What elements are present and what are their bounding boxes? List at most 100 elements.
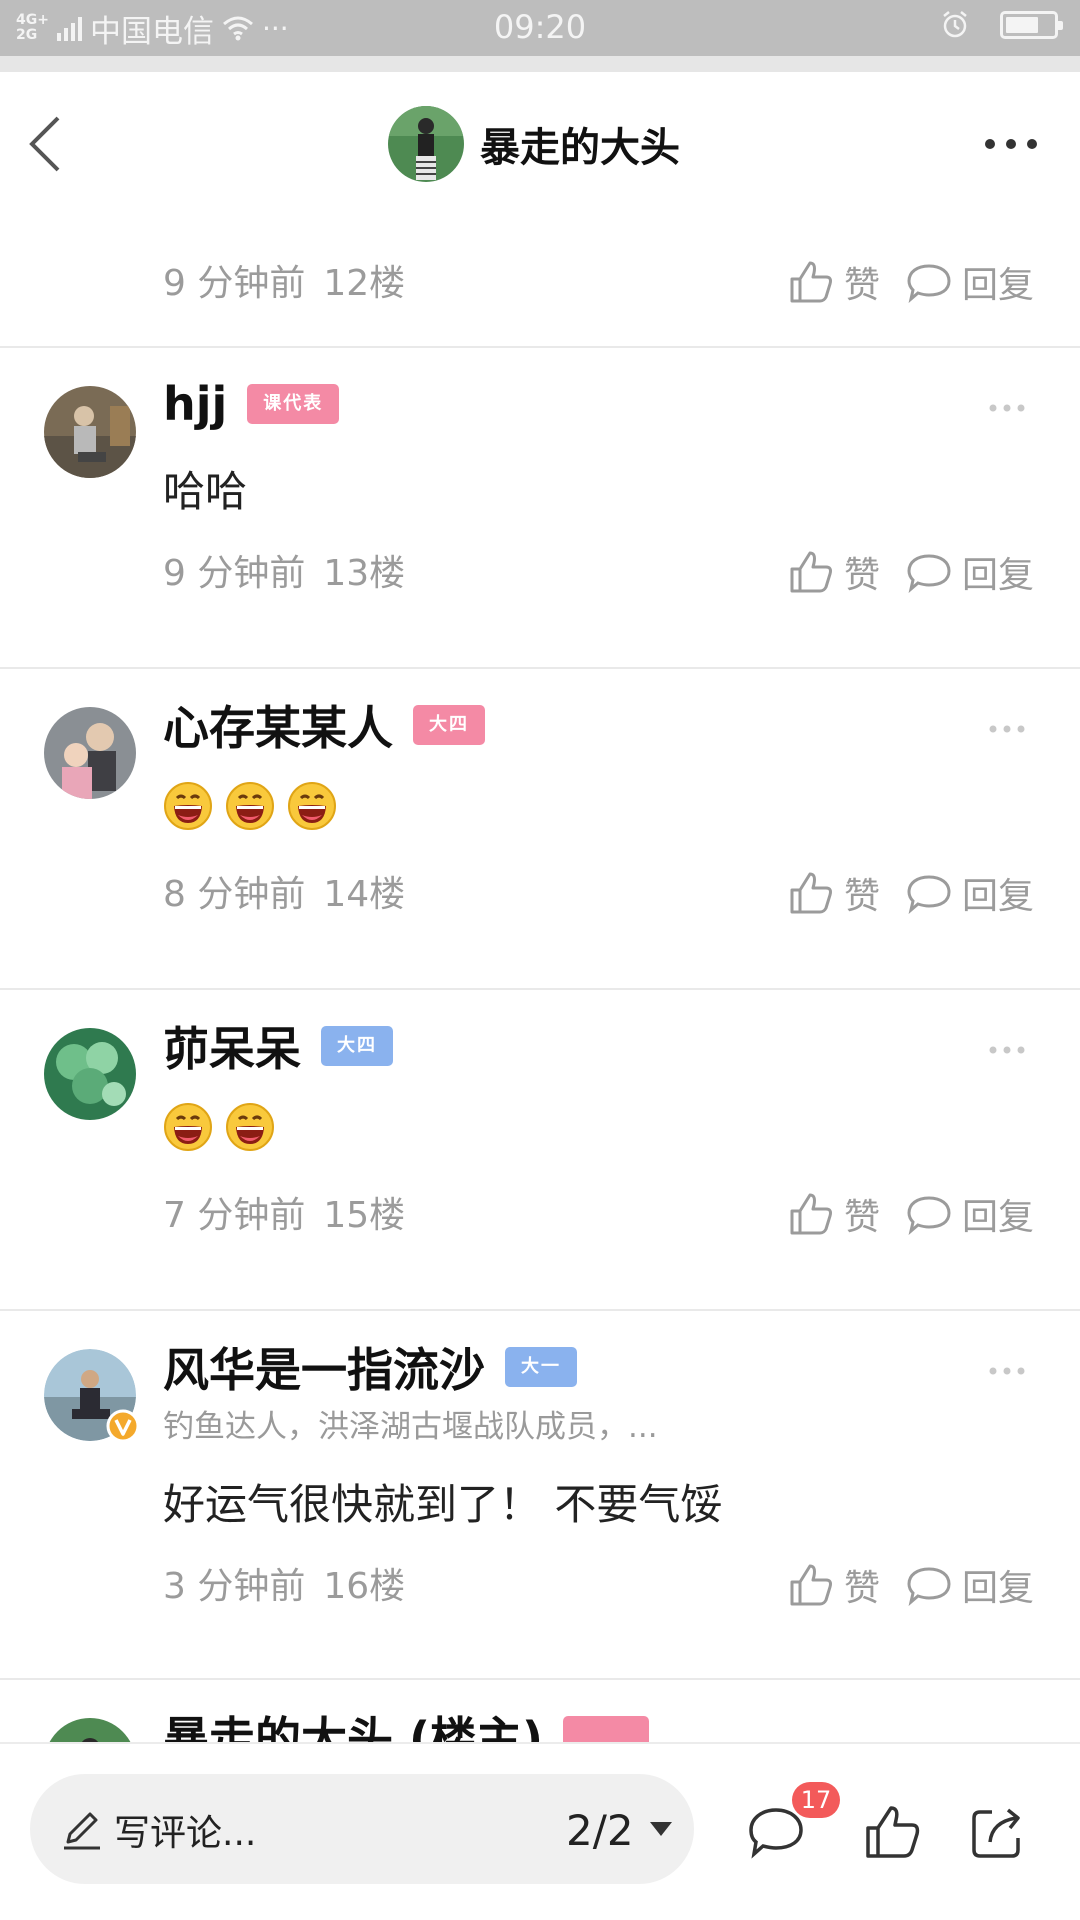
speech-bubble-icon [907, 1196, 951, 1235]
comment-list: 9 分钟前 12楼 赞 回复 hjj 课代表 哈哈 9 分钟前 13楼 赞 回复… [0, 216, 1080, 1742]
share-icon[interactable] [968, 1802, 1028, 1862]
more-horizontal-icon[interactable] [982, 132, 1040, 156]
comment-input-placeholder: 写评论... [114, 1813, 257, 1854]
reply-button[interactable]: 回复 [906, 546, 1034, 598]
comment-content: 哈哈 [163, 467, 248, 516]
page-title: 暴走的大头 [480, 125, 680, 171]
comment-actions: 赞 回复 [788, 1559, 1034, 1611]
avatar[interactable] [44, 1028, 136, 1120]
page-indicator[interactable]: 2/2 [566, 1806, 634, 1855]
reply-label: 回复 [961, 1197, 1034, 1238]
reply-button[interactable]: 回复 [906, 1188, 1034, 1240]
like-button[interactable]: 赞 [788, 546, 880, 598]
laughing-emoji-icon [288, 782, 336, 830]
laughing-emoji-icon [164, 1103, 212, 1151]
grade-badge: 大四 [321, 1026, 393, 1066]
comment-header: hjj 课代表 [163, 374, 340, 434]
caret-down-icon[interactable] [648, 1820, 674, 1838]
comment-row: 心存某某人 大四 8 分钟前 14楼 赞 回复 [0, 669, 1080, 990]
username[interactable]: 茆呆呆 [163, 1013, 301, 1079]
comment-meta: 9 分钟前 12楼 [163, 254, 405, 306]
avatar[interactable] [44, 707, 136, 799]
like-label: 赞 [843, 555, 880, 596]
comment-floor: 15楼 [323, 1195, 406, 1236]
comment-count-badge: 17 [792, 1782, 840, 1818]
speech-bubble-icon [907, 1567, 951, 1606]
avatar[interactable] [388, 106, 464, 182]
comment-actions: 赞 回复 [788, 1188, 1034, 1240]
username[interactable]: 风华是一指流沙 [163, 1334, 485, 1400]
like-label: 赞 [843, 1197, 880, 1238]
comment-actions: 赞 回复 [788, 867, 1034, 919]
reply-button[interactable]: 回复 [906, 256, 1034, 308]
comment-emoji-row [163, 1102, 275, 1152]
reply-label: 回复 [961, 555, 1034, 596]
like-button[interactable]: 赞 [788, 256, 880, 308]
avatar[interactable] [44, 1349, 140, 1443]
username[interactable]: hjj [163, 377, 227, 431]
comment-content: 好运气很快就到了！ 不要气馁 [163, 1480, 723, 1529]
laughing-emoji-icon [226, 782, 274, 830]
like-icon[interactable] [862, 1802, 922, 1862]
battery-level [1006, 17, 1039, 33]
avatar[interactable] [44, 386, 136, 478]
more-horizontal-icon[interactable] [988, 1045, 1026, 1055]
comment-row: 暴走的大头 (楼主) [0, 1680, 1080, 1742]
comment-row: hjj 课代表 哈哈 9 分钟前 13楼 赞 回复 [0, 348, 1080, 669]
comment-header: 茆呆呆 大四 [163, 1016, 393, 1076]
bottom-bar: 写评论... 2/2 17 [0, 1742, 1080, 1920]
battery-icon [1000, 11, 1063, 39]
comment-actions: 赞 回复 [788, 546, 1034, 598]
pen-icon [64, 1812, 100, 1850]
laughing-emoji-icon [226, 1103, 274, 1151]
more-horizontal-icon[interactable] [988, 724, 1026, 734]
speech-bubble-icon [907, 875, 951, 914]
like-label: 赞 [843, 1568, 880, 1609]
comment-input[interactable]: 写评论... 2/2 [30, 1774, 694, 1884]
thumbs-up-icon [790, 551, 832, 593]
verified-badge-icon [106, 1409, 140, 1443]
more-horizontal-icon[interactable] [988, 1366, 1026, 1376]
more-horizontal-icon[interactable] [988, 403, 1026, 413]
thumbs-up-icon [790, 261, 832, 303]
username[interactable]: 暴走的大头 (楼主) [163, 1703, 543, 1742]
speech-bubble-icon [907, 554, 951, 593]
like-button[interactable]: 赞 [788, 867, 880, 919]
comment-floor: 12楼 [323, 263, 406, 304]
comment-header: 风华是一指流沙 大一 [163, 1337, 577, 1397]
alarm-icon [943, 11, 967, 38]
reply-button[interactable]: 回复 [906, 1559, 1034, 1611]
comment-floor: 13楼 [323, 553, 406, 594]
like-button[interactable]: 赞 [788, 1188, 880, 1240]
comment-time: 3 分钟前 [163, 1566, 306, 1607]
comment-row: 9 分钟前 12楼 赞 回复 [0, 216, 1080, 348]
comment-meta: 7 分钟前 15楼 [163, 1186, 405, 1238]
avatar[interactable] [44, 1718, 136, 1742]
reply-label: 回复 [961, 876, 1034, 917]
comment-meta: 3 分钟前 16楼 [163, 1557, 405, 1609]
comment-emoji-row [163, 781, 337, 831]
grade-badge: 大一 [505, 1347, 577, 1387]
thumbs-up-icon [790, 872, 832, 914]
comment-actions: 赞 回复 [788, 256, 1034, 308]
comment-floor: 16楼 [323, 1566, 406, 1607]
back-chevron-icon[interactable] [22, 112, 72, 176]
grade-badge: 课代表 [247, 384, 340, 424]
comment-time: 8 分钟前 [163, 874, 306, 915]
like-label: 赞 [843, 265, 880, 306]
clock: 09:20 [493, 8, 587, 46]
reply-button[interactable]: 回复 [906, 867, 1034, 919]
user-bio: 钓鱼达人，洪泽湖古堰战队成员，... [163, 1409, 658, 1445]
speech-bubble-icon [907, 264, 951, 303]
comment-meta: 8 分钟前 14楼 [163, 865, 405, 917]
header-author[interactable]: 暴走的大头 [388, 104, 680, 184]
comment-header: 心存某某人 大四 [163, 695, 485, 755]
comment-header: 暴走的大头 (楼主) [163, 1703, 650, 1742]
grade-badge: 大四 [413, 705, 485, 745]
username[interactable]: 心存某某人 [163, 692, 393, 758]
like-button[interactable]: 赞 [788, 1559, 880, 1611]
comment-floor: 14楼 [323, 874, 406, 915]
comment-time: 7 分钟前 [163, 1195, 306, 1236]
like-label: 赞 [843, 876, 880, 917]
divider [0, 56, 1080, 72]
